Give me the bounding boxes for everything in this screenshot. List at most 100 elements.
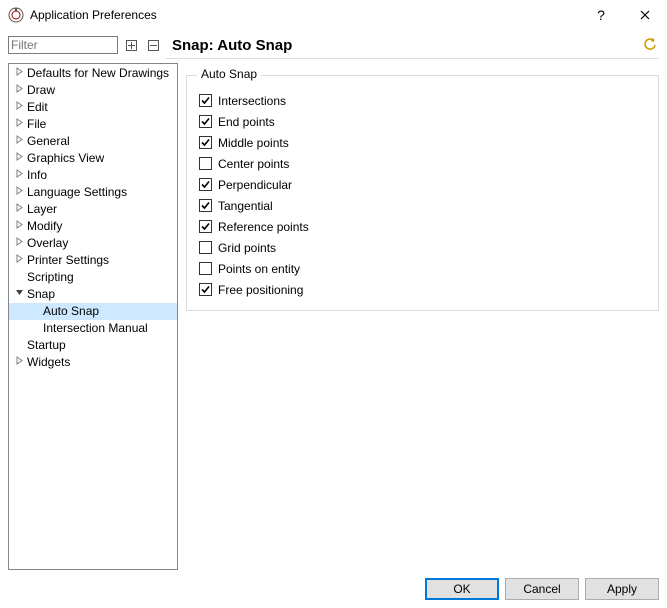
group-title: Auto Snap <box>197 67 261 81</box>
tree-item[interactable]: Intersection Manual <box>9 320 177 337</box>
checkbox-row[interactable]: Free positioning <box>199 279 646 300</box>
tree-item-label: Language Settings <box>27 184 133 201</box>
checkbox[interactable] <box>199 199 212 212</box>
tree-item-label: Draw <box>27 82 61 99</box>
help-button[interactable]: ? <box>579 0 623 30</box>
checkbox-row[interactable]: End points <box>199 111 646 132</box>
reset-button[interactable] <box>641 36 659 54</box>
tree-item-label: Startup <box>27 337 72 354</box>
checkbox-row[interactable]: Points on entity <box>199 258 646 279</box>
tree-item[interactable]: Draw <box>9 82 177 99</box>
chevron-right-icon[interactable] <box>11 218 27 235</box>
tree-item[interactable]: Scripting <box>9 269 177 286</box>
checkbox-row[interactable]: Middle points <box>199 132 646 153</box>
tree-item-label: General <box>27 133 76 150</box>
checkbox-label: Grid points <box>218 241 276 255</box>
tree-item-label: Scripting <box>27 269 80 286</box>
checkbox[interactable] <box>199 136 212 149</box>
checkbox-row[interactable]: Perpendicular <box>199 174 646 195</box>
checkbox[interactable] <box>199 220 212 233</box>
chevron-right-icon[interactable] <box>11 65 27 82</box>
tree-item-label: Defaults for New Drawings <box>27 65 175 82</box>
checkbox[interactable] <box>199 241 212 254</box>
tree-item[interactable]: Edit <box>9 99 177 116</box>
tree-item-label: Widgets <box>27 354 76 371</box>
checkbox-row[interactable]: Reference points <box>199 216 646 237</box>
tree-item-label: File <box>27 116 52 133</box>
checkbox-label: Points on entity <box>218 262 300 276</box>
tree-item[interactable]: Language Settings <box>9 184 177 201</box>
page-heading: Snap: Auto Snap <box>166 37 637 54</box>
checkbox[interactable] <box>199 94 212 107</box>
tree-item-label: Overlay <box>27 235 74 252</box>
checkbox[interactable] <box>199 178 212 191</box>
ok-button[interactable]: OK <box>425 578 499 600</box>
top-row: Snap: Auto Snap <box>8 36 659 54</box>
tree-item[interactable]: File <box>9 116 177 133</box>
heading-divider <box>166 58 659 59</box>
chevron-right-icon[interactable] <box>11 82 27 99</box>
checkbox-row[interactable]: Intersections <box>199 90 646 111</box>
tree-item[interactable]: General <box>9 133 177 150</box>
app-icon <box>8 7 24 23</box>
tree-item[interactable]: Startup <box>9 337 177 354</box>
checkbox-row[interactable]: Grid points <box>199 237 646 258</box>
checkbox-label: Reference points <box>218 220 309 234</box>
tree-item[interactable]: Info <box>9 167 177 184</box>
chevron-right-icon[interactable] <box>11 252 27 269</box>
dialog-body: Snap: Auto Snap Defaults for New Drawing… <box>0 30 667 608</box>
collapse-all-button[interactable] <box>144 36 162 54</box>
chevron-down-icon[interactable] <box>11 286 27 303</box>
tree-item-label: Info <box>27 167 53 184</box>
tree-item-label: Edit <box>27 99 54 116</box>
tree-item[interactable]: Widgets <box>9 354 177 371</box>
checkbox-label: Free positioning <box>218 283 303 297</box>
chevron-right-icon[interactable] <box>11 167 27 184</box>
tree-item[interactable]: Defaults for New Drawings <box>9 65 177 82</box>
tree-item[interactable]: Auto Snap <box>9 303 177 320</box>
main-area: Defaults for New DrawingsDrawEditFileGen… <box>8 63 659 570</box>
tree-item[interactable]: Printer Settings <box>9 252 177 269</box>
content-panel: Auto Snap Intersections End points Middle … <box>186 63 659 570</box>
tree-item-label: Auto Snap <box>43 303 105 320</box>
chevron-right-icon[interactable] <box>11 201 27 218</box>
checkbox[interactable] <box>199 283 212 296</box>
tree-item-label: Layer <box>27 201 63 218</box>
tree-item[interactable]: Graphics View <box>9 150 177 167</box>
tree-item[interactable]: Layer <box>9 201 177 218</box>
tree-item[interactable]: Modify <box>9 218 177 235</box>
checkbox-label: Tangential <box>218 199 273 213</box>
auto-snap-group: Auto Snap IntersectionsEnd pointsMiddle … <box>186 75 659 311</box>
expand-all-button[interactable] <box>122 36 140 54</box>
tree-item-label: Printer Settings <box>27 252 115 269</box>
chevron-right-icon[interactable] <box>11 354 27 371</box>
chevron-right-icon[interactable] <box>11 235 27 252</box>
window-title: Application Preferences <box>30 8 579 22</box>
chevron-right-icon[interactable] <box>11 150 27 167</box>
chevron-right-icon[interactable] <box>11 184 27 201</box>
checkbox-label: Center points <box>218 157 289 171</box>
checkbox-label: Intersections <box>218 94 286 108</box>
apply-button[interactable]: Apply <box>585 578 659 600</box>
checkbox-row[interactable]: Tangential <box>199 195 646 216</box>
tree-item-label: Snap <box>27 286 61 303</box>
cancel-button[interactable]: Cancel <box>505 578 579 600</box>
tree-item[interactable]: Overlay <box>9 235 177 252</box>
tree-item-label: Modify <box>27 218 68 235</box>
tree-item-label: Intersection Manual <box>43 320 154 337</box>
tree-item[interactable]: Snap <box>9 286 177 303</box>
checkbox-label: End points <box>218 115 275 129</box>
chevron-right-icon[interactable] <box>11 116 27 133</box>
tree-item-label: Graphics View <box>27 150 110 167</box>
checkbox[interactable] <box>199 157 212 170</box>
close-button[interactable] <box>623 0 667 30</box>
filter-input[interactable] <box>8 36 118 54</box>
checkbox[interactable] <box>199 115 212 128</box>
dialog-buttons: OK Cancel Apply <box>8 570 659 600</box>
category-tree[interactable]: Defaults for New DrawingsDrawEditFileGen… <box>8 63 178 570</box>
checkbox[interactable] <box>199 262 212 275</box>
chevron-right-icon[interactable] <box>11 133 27 150</box>
chevron-right-icon[interactable] <box>11 99 27 116</box>
checkbox-label: Middle points <box>218 136 289 150</box>
checkbox-row[interactable]: Center points <box>199 153 646 174</box>
